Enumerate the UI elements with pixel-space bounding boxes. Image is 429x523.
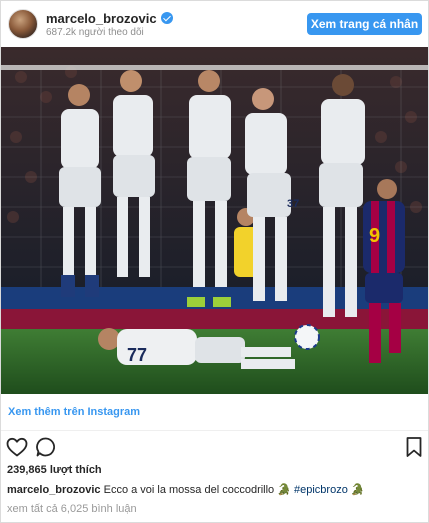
heart-icon[interactable] — [5, 435, 29, 459]
caption-hashtag[interactable]: #epicbrozo — [294, 484, 348, 496]
view-profile-button[interactable]: Xem trang cá nhân — [307, 13, 422, 35]
svg-text:9: 9 — [369, 225, 380, 247]
view-more-row: Xem thêm trên Instagram — [1, 394, 428, 431]
verified-badge-icon — [160, 12, 173, 24]
username-link[interactable]: marcelo_brozovic — [46, 11, 157, 26]
bookmark-icon[interactable] — [402, 435, 426, 459]
caption-text: Ecco a voi la mossa del coccodrillo — [100, 484, 278, 496]
comment-icon[interactable] — [34, 435, 58, 459]
avatar[interactable] — [8, 9, 38, 39]
likes-count[interactable]: 239,865 lượt thích — [7, 464, 102, 476]
caption: marcelo_brozovic Ecco a voi la mossa del… — [7, 483, 365, 496]
svg-text:77: 77 — [127, 345, 147, 365]
crocodile-emoji-2: 🐊 — [350, 484, 365, 496]
action-bar — [1, 433, 428, 461]
caption-username[interactable]: marcelo_brozovic — [7, 484, 101, 496]
instagram-embed-card: marcelo_brozovic 687.2k người theo dõi X… — [0, 0, 429, 523]
crocodile-emoji: 🐊 — [277, 484, 291, 496]
post-photo[interactable]: 37 9 77 — [1, 47, 428, 394]
view-all-comments-link[interactable]: xem tất cả 6,025 bình luận — [7, 503, 137, 515]
view-more-link[interactable]: Xem thêm trên Instagram — [8, 406, 140, 418]
followers-count: 687.2k người theo dõi — [46, 27, 144, 38]
photo-illustration: 37 9 77 — [1, 47, 428, 394]
username-row: marcelo_brozovic — [46, 10, 173, 26]
svg-text:37: 37 — [287, 198, 299, 210]
post-header: marcelo_brozovic 687.2k người theo dõi X… — [1, 1, 428, 47]
